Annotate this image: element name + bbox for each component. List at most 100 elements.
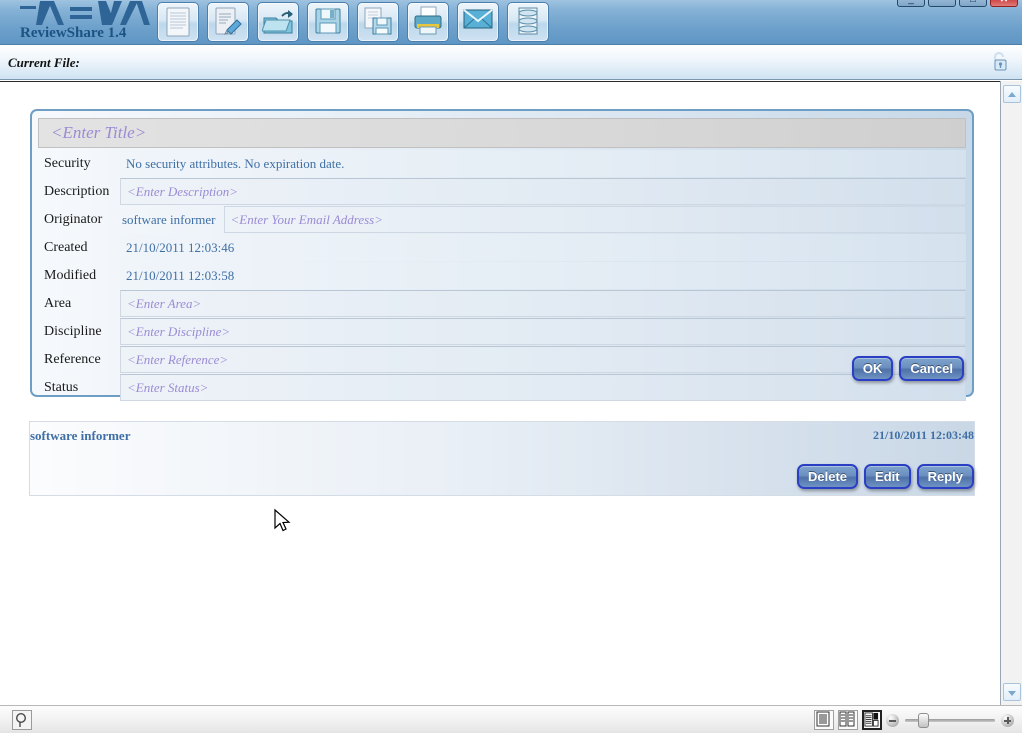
save-icon: [313, 6, 343, 36]
thumbnail-view-button[interactable]: [862, 710, 882, 730]
open-folder-icon: [262, 6, 294, 38]
save-as-button[interactable]: [357, 2, 399, 42]
chevron-down-icon: [1008, 691, 1016, 696]
title-placeholder: <Enter Title>: [39, 123, 146, 143]
originator-name: software informer: [120, 206, 224, 233]
discipline-input[interactable]: <Enter Discipline>: [120, 318, 966, 345]
app-logo: ReviewShare 1.4: [10, 0, 155, 45]
single-page-view-button[interactable]: [814, 710, 834, 730]
form-row-created: Created 21/10/2011 12:03:46: [38, 234, 966, 261]
minimize-button[interactable]: _: [897, 0, 925, 7]
form-row-status: Status <Enter Status>: [38, 374, 966, 401]
form-action-buttons: OK Cancel: [852, 356, 964, 381]
status-input[interactable]: <Enter Status>: [120, 374, 966, 401]
maximize-button[interactable]: □: [959, 0, 987, 7]
area-placeholder: <Enter Area>: [127, 296, 201, 312]
description-placeholder: <Enter Description>: [127, 184, 238, 200]
application-toolbar: ReviewShare 1.4: [0, 0, 1022, 45]
restore-icon: –: [929, 0, 955, 5]
value-created: 21/10/2011 12:03:46: [120, 234, 966, 261]
value-modified: 21/10/2011 12:03:58: [120, 262, 966, 289]
database-icon: [515, 6, 541, 36]
vertical-scrollbar[interactable]: [1000, 81, 1022, 705]
originator-email-input[interactable]: <Enter Your Email Address>: [224, 206, 967, 233]
form-row-security: Security No security attributes. No expi…: [38, 150, 966, 177]
search-button[interactable]: [12, 710, 32, 730]
description-input[interactable]: <Enter Description>: [120, 178, 966, 205]
zoom-slider-thumb[interactable]: [918, 713, 929, 728]
originator-email-placeholder: <Enter Your Email Address>: [231, 212, 384, 228]
label-originator: Originator: [38, 206, 120, 233]
unlocked-padlock-button[interactable]: [988, 50, 1014, 76]
reference-placeholder: <Enter Reference>: [127, 352, 228, 368]
annotate-icon: [213, 6, 243, 38]
reference-input[interactable]: <Enter Reference>: [120, 346, 966, 373]
edit-comment-button[interactable]: Edit: [864, 464, 911, 489]
status-bar: [0, 705, 1022, 733]
new-document-icon: [163, 6, 193, 38]
area-input[interactable]: <Enter Area>: [120, 290, 966, 317]
single-page-view-icon: [815, 711, 831, 727]
window-controls: _ – □ ✕: [897, 0, 1018, 7]
current-file-bar: Current File:: [0, 45, 1022, 80]
aveva-wordmark-icon: [18, 0, 150, 27]
minimize-icon: _: [898, 0, 924, 5]
current-file-label: Current File:: [8, 55, 80, 71]
two-page-view-button[interactable]: [838, 710, 858, 730]
ok-button[interactable]: OK: [852, 356, 894, 381]
print-icon: [412, 6, 444, 36]
zoom-control: [886, 710, 1014, 730]
label-status: Status: [38, 374, 120, 401]
zoom-in-button[interactable]: [1001, 714, 1014, 727]
zoom-out-button[interactable]: [886, 714, 899, 727]
database-button[interactable]: [507, 2, 549, 42]
label-modified: Modified: [38, 262, 120, 289]
unlocked-padlock-icon: [988, 50, 1012, 74]
print-button[interactable]: [407, 2, 449, 42]
save-button[interactable]: [307, 2, 349, 42]
label-security: Security: [38, 150, 120, 177]
restore-down-button[interactable]: –: [928, 0, 956, 7]
form-row-modified: Modified 21/10/2011 12:03:58: [38, 262, 966, 289]
form-row-reference: Reference <Enter Reference>: [38, 346, 966, 373]
product-name: ReviewShare 1.4: [20, 25, 126, 42]
form-row-description: Description <Enter Description>: [38, 178, 966, 205]
comment-author: software informer: [30, 428, 130, 444]
status-placeholder: <Enter Status>: [127, 380, 208, 396]
close-button[interactable]: ✕: [990, 0, 1018, 7]
form-row-area: Area <Enter Area>: [38, 290, 966, 317]
scroll-down-button[interactable]: [1003, 683, 1021, 701]
annotate-button[interactable]: [207, 2, 249, 42]
comment-timestamp: 21/10/2011 12:03:48: [873, 428, 974, 443]
form-row-originator: Originator software informer <Enter Your…: [38, 206, 966, 233]
delete-comment-button[interactable]: Delete: [797, 464, 858, 489]
comment-action-buttons: Delete Edit Reply: [797, 464, 974, 489]
magnifier-icon: [13, 711, 31, 729]
document-page: <Enter Title> Security No security attri…: [1, 83, 995, 703]
reply-comment-button[interactable]: Reply: [917, 464, 974, 489]
two-page-view-icon: [839, 711, 855, 727]
document-canvas: <Enter Title> Security No security attri…: [0, 81, 1022, 705]
maximize-icon: □: [960, 0, 986, 5]
scroll-up-button[interactable]: [1003, 85, 1021, 103]
label-reference: Reference: [38, 346, 120, 373]
save-as-icon: [363, 6, 393, 36]
view-mode-group: [814, 710, 882, 730]
label-description: Description: [38, 178, 120, 205]
close-icon: ✕: [991, 0, 1017, 5]
thumbnail-view-icon: [864, 712, 879, 727]
value-security: No security attributes. No expiration da…: [120, 150, 966, 177]
label-created: Created: [38, 234, 120, 261]
email-icon: [462, 6, 494, 32]
chevron-up-icon: [1008, 92, 1016, 97]
label-discipline: Discipline: [38, 318, 120, 345]
new-document-button[interactable]: [157, 2, 199, 42]
zoom-slider-track[interactable]: [905, 719, 995, 722]
title-input[interactable]: <Enter Title>: [38, 118, 966, 148]
cancel-button[interactable]: Cancel: [899, 356, 964, 381]
email-button[interactable]: [457, 2, 499, 42]
comment-panel: software informer 21/10/2011 12:03:48 De…: [29, 421, 975, 496]
label-area: Area: [38, 290, 120, 317]
open-file-button[interactable]: [257, 2, 299, 42]
discipline-placeholder: <Enter Discipline>: [127, 324, 230, 340]
